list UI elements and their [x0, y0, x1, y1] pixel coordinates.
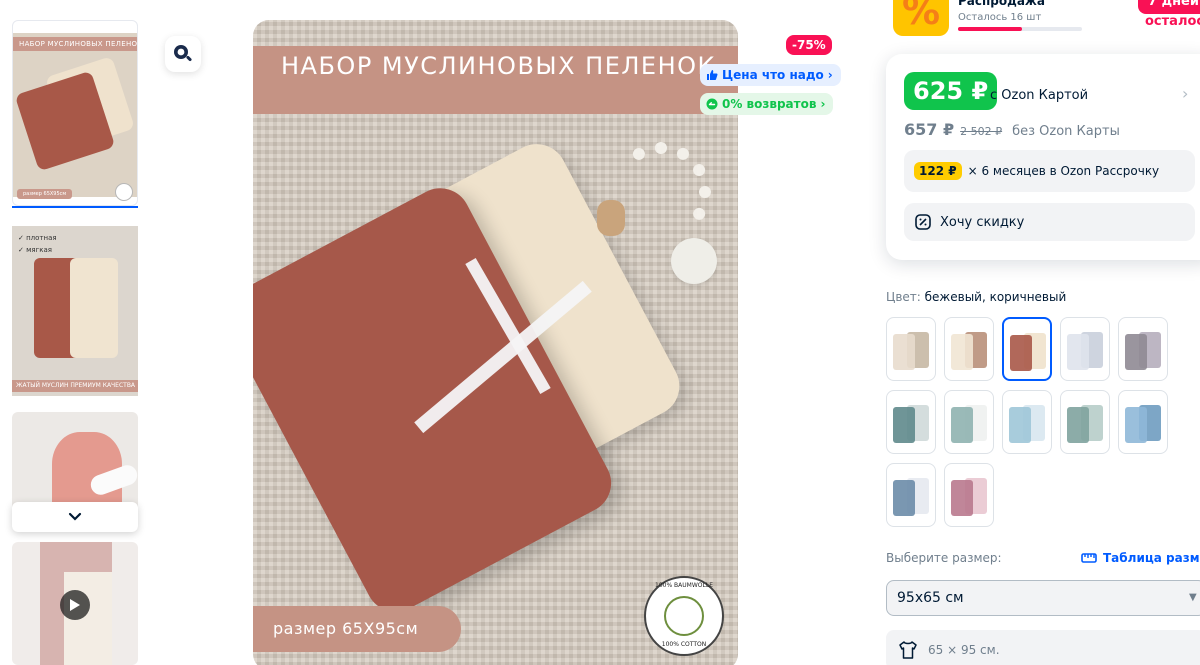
check-item: ✓ мягкая	[18, 246, 52, 254]
thumbnail-2[interactable]: ✓ плотная ✓ мягкая ЖАТЫЙ МУСЛИН ПРЕМИУМ …	[12, 216, 138, 402]
discount-badge: -75%	[786, 35, 832, 55]
cotton-badge-icon	[115, 183, 133, 201]
swatch-image	[1125, 407, 1147, 443]
size-select-value: 95х65 см	[897, 590, 964, 606]
color-swatch[interactable]	[1002, 317, 1052, 381]
color-swatch[interactable]	[944, 317, 994, 381]
installment-button[interactable]: 122 ₽ × 6 месяцев в Ozon Рассрочку	[904, 150, 1195, 192]
old-price: 2 502 ₽	[960, 125, 1003, 138]
returns-label: 0% возвратов	[722, 97, 817, 111]
size-select[interactable]: 95х65 см ▼	[886, 580, 1200, 616]
image-search-icon	[174, 45, 192, 62]
thumbnail-video[interactable]	[12, 542, 138, 665]
installment-text: × 6 месяцев в Ozon Рассрочку	[967, 164, 1160, 178]
color-label-key: Цвет:	[886, 290, 921, 304]
swatch-image	[893, 480, 915, 516]
color-label: Цвет: бежевый, коричневый	[886, 290, 1066, 304]
swatch-image	[951, 407, 973, 443]
price-card: 625 ₽ с Ozon Картой › 657 ₽ 2 502 ₽ без …	[886, 54, 1200, 260]
active-thumbnail-indicator	[12, 206, 138, 208]
color-swatch[interactable]	[1002, 390, 1052, 454]
check-item: ✓ плотная	[18, 234, 57, 242]
return-icon	[706, 98, 718, 110]
size-label: Выберите размер:	[886, 551, 1002, 565]
color-swatch[interactable]	[1060, 390, 1110, 454]
color-swatch[interactable]	[944, 390, 994, 454]
sale-days-pill: 7 дней	[1138, 0, 1200, 14]
thumbnails-scroll-down-button[interactable]	[12, 502, 138, 532]
play-icon	[60, 590, 90, 620]
size-info: 65 × 95 см.	[886, 630, 1200, 665]
color-swatch[interactable]	[886, 463, 936, 527]
thumbnail-band-text: ЖАТЫЙ МУСЛИН ПРЕМИУМ КАЧЕСТВА	[12, 380, 138, 392]
no-card-label: без Ozon Карты	[1012, 124, 1120, 139]
color-swatch[interactable]	[944, 463, 994, 527]
image-search-button[interactable]	[165, 36, 201, 72]
regular-price: 657 ₽	[904, 120, 955, 139]
thumbnail-size-text: размер 65Х95см	[17, 189, 73, 199]
fair-price-label: Цена что надо	[722, 68, 824, 82]
sale-percent-icon: %	[893, 0, 949, 36]
regular-price-row: 657 ₽ 2 502 ₽ без Ozon Карты	[904, 120, 1120, 139]
thumbnail-column: НАБОР МУСЛИНОВЫХ ПЕЛЕНОК размер 65Х95см …	[0, 0, 140, 665]
main-product-image[interactable]: НАБОР МУСЛИНОВЫХ ПЕЛЕНОК размер 65Х95см …	[253, 20, 738, 665]
pacifier	[671, 238, 717, 284]
image-size-label: размер 65Х95см	[253, 606, 461, 652]
sale-block: % Распродажа Осталось 16 шт 7 дней остал…	[893, 0, 1200, 40]
sale-progress-fill	[958, 27, 1023, 31]
thumbs-up-icon	[707, 70, 718, 80]
size-table-link[interactable]: Таблица размеров	[1081, 551, 1200, 565]
card-price[interactable]: 625 ₽	[904, 72, 998, 110]
ruler-icon	[1081, 553, 1097, 563]
sale-title: Распродажа	[958, 0, 1045, 8]
swatch-image	[1010, 335, 1032, 371]
color-swatch[interactable]	[1060, 317, 1110, 381]
cotton-badge-bottom-text: 100% COTTON	[661, 641, 707, 648]
chevron-down-icon	[68, 512, 82, 521]
swatch-image	[1067, 407, 1089, 443]
fair-price-chip[interactable]: Цена что надо ›	[700, 64, 841, 86]
shirt-icon	[899, 641, 917, 659]
swatch-image	[951, 480, 973, 516]
color-swatch[interactable]	[1118, 317, 1168, 381]
installment-amount: 122 ₽	[914, 162, 962, 180]
chevron-right-icon: ›	[820, 97, 826, 111]
swatch-image	[893, 334, 915, 370]
cotton-badge: 100% BAUMWOLLE 100% COTTON	[644, 576, 724, 656]
color-swatch[interactable]	[1118, 390, 1168, 454]
want-discount-label: Хочу скидку	[940, 214, 1025, 230]
size-info-text: 65 × 95 см.	[928, 643, 1000, 657]
thumbnail-band-text: НАБОР МУСЛИНОВЫХ ПЕЛЕНОК	[13, 37, 137, 51]
swatch-image	[1009, 407, 1031, 443]
thumbnail-cream-roll	[70, 258, 118, 358]
sale-days-left: осталось	[1145, 14, 1200, 29]
swatch-image	[893, 407, 915, 443]
image-title: НАБОР МУСЛИНОВЫХ ПЕЛЕНОК	[281, 52, 717, 80]
swatch-image	[1125, 334, 1147, 370]
size-table-label: Таблица размеров	[1103, 551, 1200, 565]
chevron-right-icon: ›	[827, 68, 833, 82]
returns-chip[interactable]: 0% возвратов ›	[700, 93, 834, 115]
sale-progress-bar	[958, 27, 1082, 31]
swatch-image	[1067, 334, 1089, 370]
color-swatch[interactable]	[886, 317, 936, 381]
thumbnail-1[interactable]: НАБОР МУСЛИНОВЫХ ПЕЛЕНОК размер 65Х95см	[12, 20, 138, 206]
color-swatch[interactable]	[886, 390, 936, 454]
card-price-label: с Ozon Картой	[990, 88, 1089, 103]
cotton-badge-top-text: 100% BAUMWOLLE	[655, 582, 713, 589]
want-discount-button[interactable]: Хочу скидку	[904, 203, 1195, 241]
pacifier-clip	[597, 200, 625, 236]
discount-tag-icon	[915, 214, 931, 230]
chevron-right-icon[interactable]: ›	[1182, 84, 1188, 103]
sale-remaining: Осталось 16 шт	[958, 12, 1042, 23]
color-label-value: бежевый, коричневый	[924, 290, 1067, 304]
cotton-icon	[664, 596, 704, 636]
pacifier-beads	[611, 142, 711, 242]
caret-down-icon: ▼	[1189, 592, 1197, 603]
swatch-image	[951, 334, 973, 370]
